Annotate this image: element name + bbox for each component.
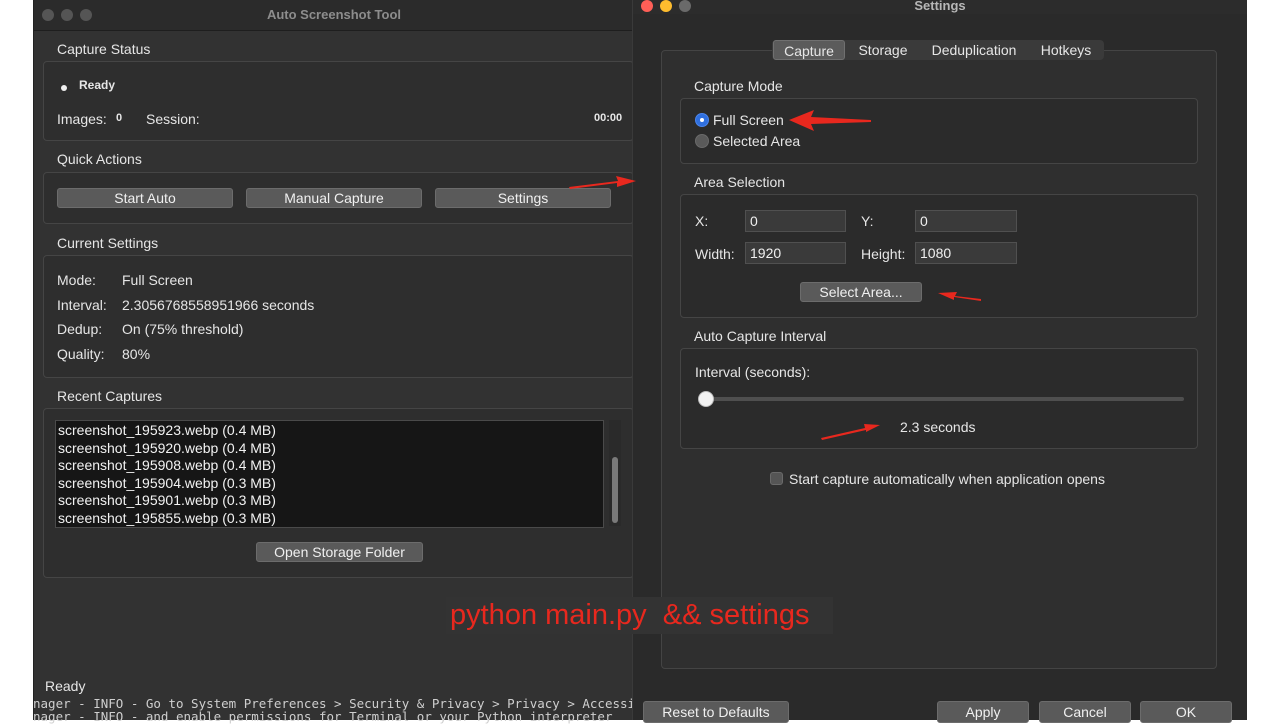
arrow-annotation-icon <box>569 176 636 189</box>
overlay-caption: python main.py && settings <box>450 599 810 631</box>
arrow-annotation-icon <box>789 110 871 131</box>
arrow-annotation-icon <box>938 292 981 301</box>
overlay-caption-box: python main.py && settings <box>446 597 833 634</box>
arrow-annotation-icon <box>821 424 880 440</box>
